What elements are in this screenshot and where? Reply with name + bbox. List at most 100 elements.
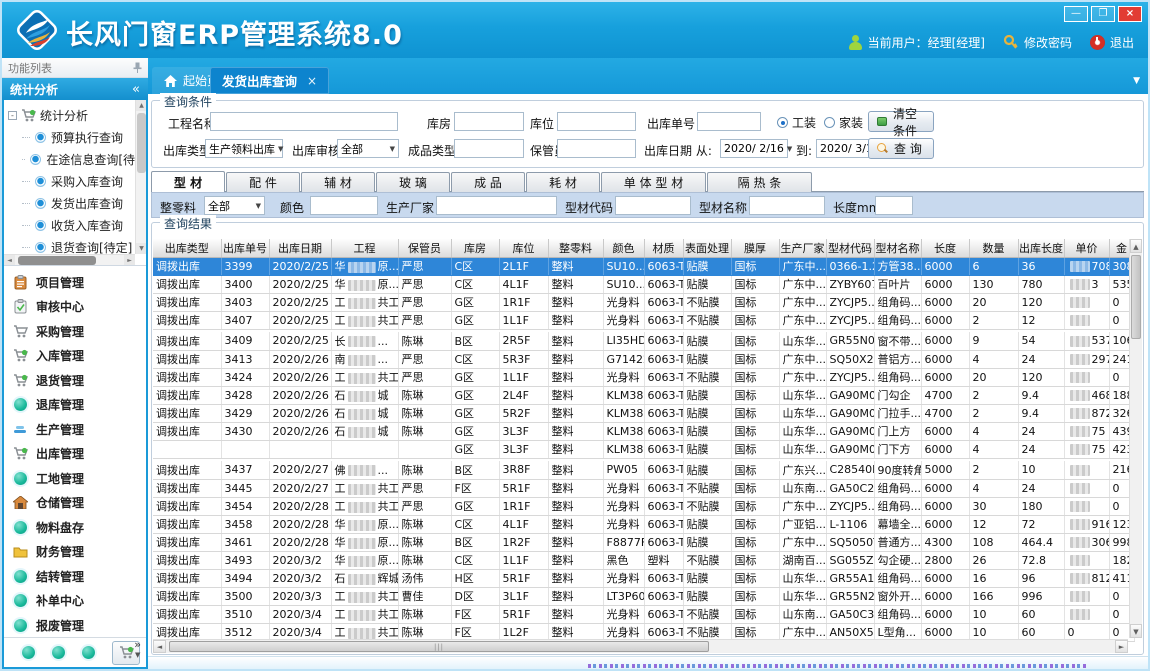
profile-code-input[interactable] xyxy=(615,196,691,215)
tree-horizontal-scrollbar[interactable]: ◄ ► xyxy=(4,254,135,265)
location-input[interactable] xyxy=(557,112,636,131)
tree-root-statistics[interactable]: - 统计分析 xyxy=(8,104,135,126)
column-header[interactable]: 长度 xyxy=(921,239,969,257)
keeper-input[interactable] xyxy=(557,139,636,158)
scroll-left-icon[interactable]: ◄ xyxy=(4,255,15,266)
column-header[interactable]: 库房 xyxy=(451,239,499,257)
menu-item-1[interactable]: 项目管理 xyxy=(4,270,146,295)
scroll-up-icon[interactable]: ▲ xyxy=(1130,239,1142,253)
scrollbar-thumb[interactable] xyxy=(18,256,96,265)
date-from-select[interactable]: 2020/ 2/16▼ xyxy=(720,139,788,158)
tree-item-3[interactable]: 采购入库查询 xyxy=(8,170,135,192)
scroll-left-icon[interactable]: ◄ xyxy=(153,640,166,653)
material-tab-5[interactable]: 成 品 xyxy=(451,172,525,192)
material-tab-1[interactable]: 型 材 xyxy=(151,171,225,192)
column-header[interactable]: 膜厚 xyxy=(731,239,779,257)
length-input[interactable] xyxy=(875,196,913,215)
table-row[interactable]: 调拨出库35102020/3/4工共工程陈琳F区5R1F整料光身料6063-T5… xyxy=(153,605,1134,623)
collapse-icon[interactable]: « xyxy=(132,82,140,97)
close-button[interactable]: × xyxy=(1118,6,1142,22)
table-row[interactable]: 调拨出库34032020/2/25工共工程严思G区1R1F整料光身料6063-T… xyxy=(153,293,1134,311)
table-row[interactable]: 调拨出库34242020/2/26工共工程严思G区1L1F整料光身料6063-T… xyxy=(153,368,1134,386)
column-header[interactable]: 整零料 xyxy=(548,239,603,257)
tab-shipping-outbound-query[interactable]: 发货出库查询 × xyxy=(210,67,329,94)
column-header[interactable]: 工程 xyxy=(331,239,398,257)
table-horizontal-scrollbar[interactable]: ◄ ||| ► xyxy=(153,639,1128,653)
column-header[interactable]: 单价 xyxy=(1064,239,1109,257)
clear-conditions-button[interactable]: 清空条件 xyxy=(868,111,934,132)
menu-item-3[interactable]: 采购管理 xyxy=(4,319,146,344)
table-row[interactable]: 调拨出库34092020/2/25长...陈琳B区2R5F整料LI35HD606… xyxy=(153,332,1134,350)
column-header[interactable]: 保管员 xyxy=(398,239,451,257)
pin-icon[interactable] xyxy=(133,62,142,73)
scrollbar-thumb[interactable] xyxy=(137,113,146,173)
toolbar-ball-icon-2[interactable] xyxy=(52,646,65,659)
material-tab-2[interactable]: 配 件 xyxy=(226,172,300,192)
whole-part-select[interactable]: 全部▼ xyxy=(204,196,265,215)
menu-item-4[interactable]: 入库管理 xyxy=(4,344,146,369)
material-tab-6[interactable]: 耗 材 xyxy=(526,172,600,192)
menu-item-11[interactable]: 物料盘存 xyxy=(4,515,146,540)
table-row[interactable]: 调拨出库34282020/2/26石城陈琳G区2L4F整料KLM38176063… xyxy=(153,386,1134,404)
table-row[interactable]: 调拨出库34302020/2/26石城陈琳G区3L3F整料KLM38176063… xyxy=(153,422,1134,440)
menu-item-9[interactable]: 工地管理 xyxy=(4,466,146,491)
column-header[interactable]: 库位 xyxy=(499,239,548,257)
table-row[interactable]: 调拨出库34582020/2/28华原...陈琳C区4L1F整料光身料6063-… xyxy=(153,515,1134,533)
scroll-right-icon[interactable]: ► xyxy=(1115,640,1128,653)
tab-close-icon[interactable]: × xyxy=(307,74,317,88)
table-row[interactable]: G区3L3F整料KLM38176063-T5贴膜国标山东华...GA90M09.… xyxy=(153,440,1134,458)
material-tab-8[interactable]: 隔 热 条 xyxy=(707,172,812,192)
scrollbar-thumb[interactable] xyxy=(1131,255,1141,339)
menu-item-5[interactable]: 退货管理 xyxy=(4,368,146,393)
table-row[interactable]: 调拨出库34372020/2/27佛...陈琳B区3R8F整料PW056063-… xyxy=(153,461,1134,479)
column-header[interactable]: 型材名称 xyxy=(874,239,921,257)
table-row[interactable]: 调拨出库34932020/3/2华原...陈琳C区1L1F整料黑色塑料不贴膜国标… xyxy=(153,551,1134,569)
menu-item-6[interactable]: 退库管理 xyxy=(4,393,146,418)
product-type-input[interactable] xyxy=(454,139,524,158)
audit-select[interactable]: 全部▼ xyxy=(337,139,399,158)
menu-item-12[interactable]: 财务管理 xyxy=(4,540,146,565)
menu-item-7[interactable]: 生产管理 xyxy=(4,417,146,442)
column-header[interactable]: 出库单号 xyxy=(221,239,269,257)
logout-button[interactable]: 退出 xyxy=(1090,34,1134,51)
table-row[interactable]: 调拨出库34942020/3/2石辉城汤伟H区5R1F整料光身料6063-T5贴… xyxy=(153,569,1134,587)
table-row[interactable]: 调拨出库34612020/2/28华原...陈琳B区1R2F整料F8877FT6… xyxy=(153,533,1134,551)
tab-list-dropdown-icon[interactable]: ▼ xyxy=(1133,76,1140,86)
tree-item-4[interactable]: 发货出库查询 xyxy=(8,192,135,214)
toolbar-more-button[interactable]: » ▼ xyxy=(134,640,141,660)
tree-item-2[interactable]: 在途信息查询[待 xyxy=(8,148,135,170)
menu-item-2[interactable]: 审核中心 xyxy=(4,295,146,320)
color-input[interactable] xyxy=(310,196,378,215)
menu-item-10[interactable]: 仓储管理 xyxy=(4,491,146,516)
column-header[interactable]: 出库长度 xyxy=(1018,239,1064,257)
radio-industrial[interactable]: 工装 xyxy=(777,114,816,131)
scroll-down-icon[interactable]: ▼ xyxy=(1130,624,1142,638)
tree-vertical-scrollbar[interactable]: ▲ ▼ xyxy=(135,100,146,254)
material-tab-3[interactable]: 辅 材 xyxy=(301,172,375,192)
minimize-button[interactable]: — xyxy=(1064,6,1088,22)
table-row[interactable]: 调拨出库34002020/2/25华原...严思C区4L1F整料SU10...6… xyxy=(153,275,1134,293)
factory-input[interactable] xyxy=(436,196,557,215)
table-row[interactable]: 调拨出库34542020/2/28工共工程严思G区1R1F整料光身料6063-T… xyxy=(153,497,1134,515)
table-row[interactable]: 调拨出库35002020/3/3工共工程曹佳D区3L1F整料LT3P606063… xyxy=(153,587,1134,605)
table-row[interactable]: 调拨出库34072020/2/25工共工程严思G区1L1F整料光身料6063-T… xyxy=(153,311,1134,329)
menu-item-14[interactable]: 补单中心 xyxy=(4,589,146,614)
radio-home[interactable]: 家装 xyxy=(824,114,863,131)
maximize-button[interactable]: ❐ xyxy=(1091,6,1115,22)
table-row[interactable]: 调拨出库34292020/2/26石城陈琳G区5R2F整料KLM38176063… xyxy=(153,404,1134,422)
menu-item-15[interactable]: 报废管理 xyxy=(4,613,146,637)
tree-item-5[interactable]: 收货入库查询 xyxy=(8,214,135,236)
toolbar-ball-icon-3[interactable] xyxy=(82,646,95,659)
column-header[interactable]: 型材代码 xyxy=(826,239,874,257)
outbound-type-select[interactable]: 生产领料出库▼ xyxy=(205,139,283,158)
change-password-button[interactable]: 修改密码 xyxy=(1003,34,1072,51)
scroll-up-icon[interactable]: ▲ xyxy=(136,100,146,111)
menu-item-13[interactable]: 结转管理 xyxy=(4,564,146,589)
column-header[interactable]: 出库日期 xyxy=(269,239,331,257)
column-header[interactable]: 出库类型 xyxy=(153,239,221,257)
material-tab-7[interactable]: 单 体 型 材 xyxy=(601,172,706,192)
toolbar-ball-icon-1[interactable] xyxy=(22,646,35,659)
table-row[interactable]: 调拨出库34132020/2/26南...严思C区5R3F整料G71422606… xyxy=(153,350,1134,368)
table-row[interactable]: 调拨出库33992020/2/25华原...严思C区2L1F整料SU10...6… xyxy=(153,257,1134,275)
project-name-input[interactable] xyxy=(210,112,398,131)
